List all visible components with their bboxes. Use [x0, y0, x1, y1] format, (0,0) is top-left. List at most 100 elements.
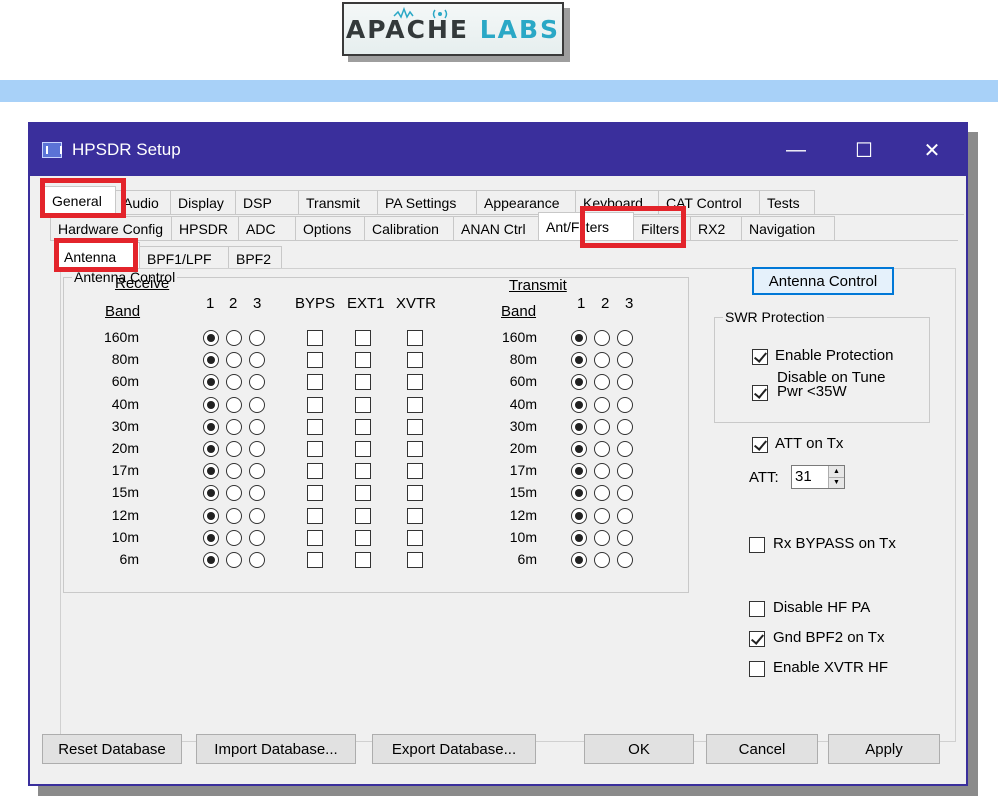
rx-antenna-radio-2[interactable]	[226, 419, 242, 435]
tx-antenna-radio-2[interactable]	[594, 397, 610, 413]
ext1-checkbox[interactable]	[355, 508, 371, 524]
tab-calibration[interactable]: Calibration	[364, 216, 454, 240]
rx-antenna-radio-3[interactable]	[249, 330, 265, 346]
rx-antenna-radio-3[interactable]	[249, 419, 265, 435]
antenna-control-button[interactable]: Antenna Control	[752, 267, 894, 295]
tx-antenna-radio-1[interactable]	[571, 330, 587, 346]
rx-antenna-radio-1[interactable]	[203, 552, 219, 568]
rx-antenna-radio-1[interactable]	[203, 441, 219, 457]
tab-appearance[interactable]: Appearance	[476, 190, 576, 214]
byps-checkbox[interactable]	[307, 508, 323, 524]
tx-antenna-radio-2[interactable]	[594, 330, 610, 346]
ext1-checkbox[interactable]	[355, 330, 371, 346]
tab-bpf1-lpf[interactable]: BPF1/LPF	[139, 246, 229, 270]
tx-antenna-radio-1[interactable]	[571, 552, 587, 568]
tab-antenna[interactable]: Antenna	[56, 242, 140, 270]
byps-checkbox[interactable]	[307, 419, 323, 435]
tx-antenna-radio-3[interactable]	[617, 397, 633, 413]
rx-antenna-radio-3[interactable]	[249, 485, 265, 501]
tx-antenna-radio-2[interactable]	[594, 352, 610, 368]
ext1-checkbox[interactable]	[355, 530, 371, 546]
ext1-checkbox[interactable]	[355, 352, 371, 368]
tx-antenna-radio-1[interactable]	[571, 463, 587, 479]
rx-antenna-radio-1[interactable]	[203, 374, 219, 390]
tx-antenna-radio-3[interactable]	[617, 463, 633, 479]
rx-antenna-radio-2[interactable]	[226, 441, 242, 457]
byps-checkbox[interactable]	[307, 397, 323, 413]
rx-antenna-radio-3[interactable]	[249, 508, 265, 524]
tx-antenna-radio-1[interactable]	[571, 419, 587, 435]
byps-checkbox[interactable]	[307, 330, 323, 346]
tab-adc[interactable]: ADC	[238, 216, 296, 240]
rx-antenna-radio-1[interactable]	[203, 508, 219, 524]
ext1-checkbox[interactable]	[355, 485, 371, 501]
spin-up-icon[interactable]: ▲	[829, 466, 844, 477]
rx-antenna-radio-3[interactable]	[249, 352, 265, 368]
rx-antenna-radio-3[interactable]	[249, 530, 265, 546]
tab-audio[interactable]: Audio	[115, 190, 171, 214]
ext1-checkbox[interactable]	[355, 374, 371, 390]
tx-antenna-radio-1[interactable]	[571, 374, 587, 390]
minimize-button[interactable]: —	[762, 124, 830, 176]
maximize-button[interactable]: ☐	[830, 124, 898, 176]
byps-checkbox[interactable]	[307, 352, 323, 368]
ext1-checkbox[interactable]	[355, 397, 371, 413]
rx-antenna-radio-2[interactable]	[226, 552, 242, 568]
tx-antenna-radio-2[interactable]	[594, 463, 610, 479]
tx-antenna-radio-1[interactable]	[571, 485, 587, 501]
xvtr-checkbox[interactable]	[407, 508, 423, 524]
tab-cat-control[interactable]: CAT Control	[658, 190, 760, 214]
tab-hardware-config[interactable]: Hardware Config	[50, 216, 172, 240]
rx-antenna-radio-2[interactable]	[226, 374, 242, 390]
tx-antenna-radio-3[interactable]	[617, 374, 633, 390]
rx-antenna-radio-1[interactable]	[203, 419, 219, 435]
rx-antenna-radio-1[interactable]	[203, 330, 219, 346]
tx-antenna-radio-1[interactable]	[571, 441, 587, 457]
tx-antenna-radio-3[interactable]	[617, 330, 633, 346]
tx-antenna-radio-2[interactable]	[594, 552, 610, 568]
xvtr-checkbox[interactable]	[407, 419, 423, 435]
byps-checkbox[interactable]	[307, 374, 323, 390]
export-database-button[interactable]: Export Database...	[372, 734, 536, 764]
tab-options[interactable]: Options	[295, 216, 365, 240]
tx-antenna-radio-2[interactable]	[594, 374, 610, 390]
xvtr-checkbox[interactable]	[407, 352, 423, 368]
tx-antenna-radio-1[interactable]	[571, 530, 587, 546]
tx-antenna-radio-2[interactable]	[594, 508, 610, 524]
tx-antenna-radio-1[interactable]	[571, 508, 587, 524]
tab-dsp[interactable]: DSP	[235, 190, 299, 214]
tab-general[interactable]: General	[44, 186, 116, 214]
reset-database-button[interactable]: Reset Database	[42, 734, 182, 764]
byps-checkbox[interactable]	[307, 441, 323, 457]
rx-antenna-radio-2[interactable]	[226, 352, 242, 368]
apply-button[interactable]: Apply	[828, 734, 940, 764]
rx-antenna-radio-1[interactable]	[203, 463, 219, 479]
tx-antenna-radio-3[interactable]	[617, 419, 633, 435]
rx-bypass-checkbox[interactable]	[749, 537, 765, 553]
xvtr-checkbox[interactable]	[407, 463, 423, 479]
att-on-tx-checkbox[interactable]	[752, 437, 768, 453]
byps-checkbox[interactable]	[307, 552, 323, 568]
xvtr-checkbox[interactable]	[407, 441, 423, 457]
import-database-button[interactable]: Import Database...	[196, 734, 356, 764]
tx-antenna-radio-2[interactable]	[594, 441, 610, 457]
tab-keyboard[interactable]: Keyboard	[575, 190, 659, 214]
tx-antenna-radio-3[interactable]	[617, 508, 633, 524]
xvtr-checkbox[interactable]	[407, 530, 423, 546]
ext1-checkbox[interactable]	[355, 552, 371, 568]
tab-navigation[interactable]: Navigation	[741, 216, 835, 240]
tab-bpf2[interactable]: BPF2	[228, 246, 282, 270]
rx-antenna-radio-2[interactable]	[226, 508, 242, 524]
rx-antenna-radio-3[interactable]	[249, 463, 265, 479]
close-button[interactable]: ✕	[898, 124, 966, 176]
tab-hpsdr[interactable]: HPSDR	[171, 216, 239, 240]
ext1-checkbox[interactable]	[355, 463, 371, 479]
tx-antenna-radio-1[interactable]	[571, 397, 587, 413]
tab-display[interactable]: Display	[170, 190, 236, 214]
byps-checkbox[interactable]	[307, 485, 323, 501]
enable-xvtr-hf-checkbox[interactable]	[749, 661, 765, 677]
byps-checkbox[interactable]	[307, 463, 323, 479]
rx-antenna-radio-2[interactable]	[226, 530, 242, 546]
att-spinner[interactable]: 31 ▲ ▼	[791, 465, 845, 489]
tab-tests[interactable]: Tests	[759, 190, 815, 214]
